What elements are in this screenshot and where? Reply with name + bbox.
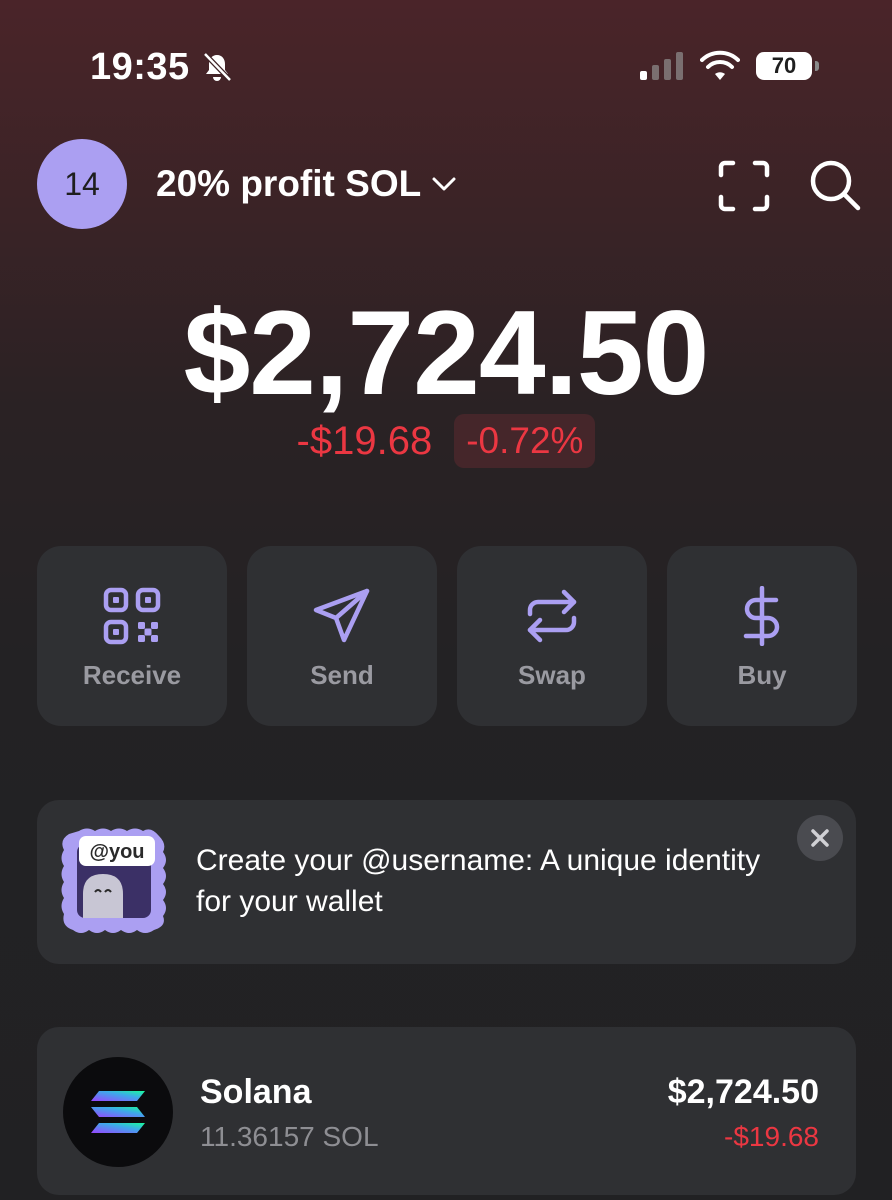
status-time: 19:35	[90, 46, 190, 88]
send-icon	[313, 588, 370, 643]
username-illustration: @you	[61, 828, 166, 933]
token-row-solana[interactable]: Solana 11.36157 SOL $2,724.50 -$19.68	[37, 1027, 856, 1195]
receive-button[interactable]: Receive	[37, 546, 227, 726]
token-value: $2,724.50	[667, 1073, 819, 1111]
total-balance: $2,724.50	[183, 286, 710, 420]
receive-label: Receive	[82, 660, 182, 690]
avatar[interactable]: 14	[37, 139, 127, 229]
balance-change-amount: -$19.68	[296, 418, 433, 463]
swap-button[interactable]: Swap	[457, 546, 647, 726]
qr-code-icon	[103, 587, 161, 645]
signal-icon	[640, 52, 683, 80]
account-selector[interactable]: 20% profit SOL	[156, 163, 457, 205]
close-icon	[811, 829, 829, 847]
send-button[interactable]: Send	[247, 546, 437, 726]
token-amount: 11.36157 SOL	[200, 1121, 379, 1152]
close-button[interactable]	[797, 815, 843, 861]
swap-icon	[527, 589, 577, 643]
buy-label: Buy	[737, 660, 787, 690]
username-badge: @you	[89, 841, 144, 863]
wifi-icon	[700, 50, 740, 80]
battery-level: 70	[756, 52, 812, 80]
swap-label: Swap	[518, 660, 586, 690]
account-name: 20% profit SOL	[156, 163, 422, 204]
bell-slash-icon	[203, 52, 232, 82]
balance-change-percent: -0.72%	[454, 414, 596, 468]
chevron-down-icon	[432, 177, 456, 191]
balance-change: -$19.68 -0.72%	[0, 414, 892, 468]
action-buttons: Receive Send Swap Buy	[37, 546, 857, 726]
solana-logo-icon	[63, 1057, 173, 1167]
buy-button[interactable]: Buy	[667, 546, 857, 726]
dollar-icon	[743, 586, 780, 646]
banner-text: Create your @username: A unique identity…	[196, 844, 761, 918]
token-change: -$19.68	[724, 1121, 819, 1152]
username-banner[interactable]: @you Create your @username: A unique ide…	[37, 800, 856, 964]
scan-icon[interactable]	[718, 160, 770, 212]
battery-icon: 70	[756, 52, 820, 82]
token-name: Solana	[200, 1073, 312, 1111]
send-label: Send	[310, 660, 374, 690]
search-icon[interactable]	[808, 158, 862, 212]
